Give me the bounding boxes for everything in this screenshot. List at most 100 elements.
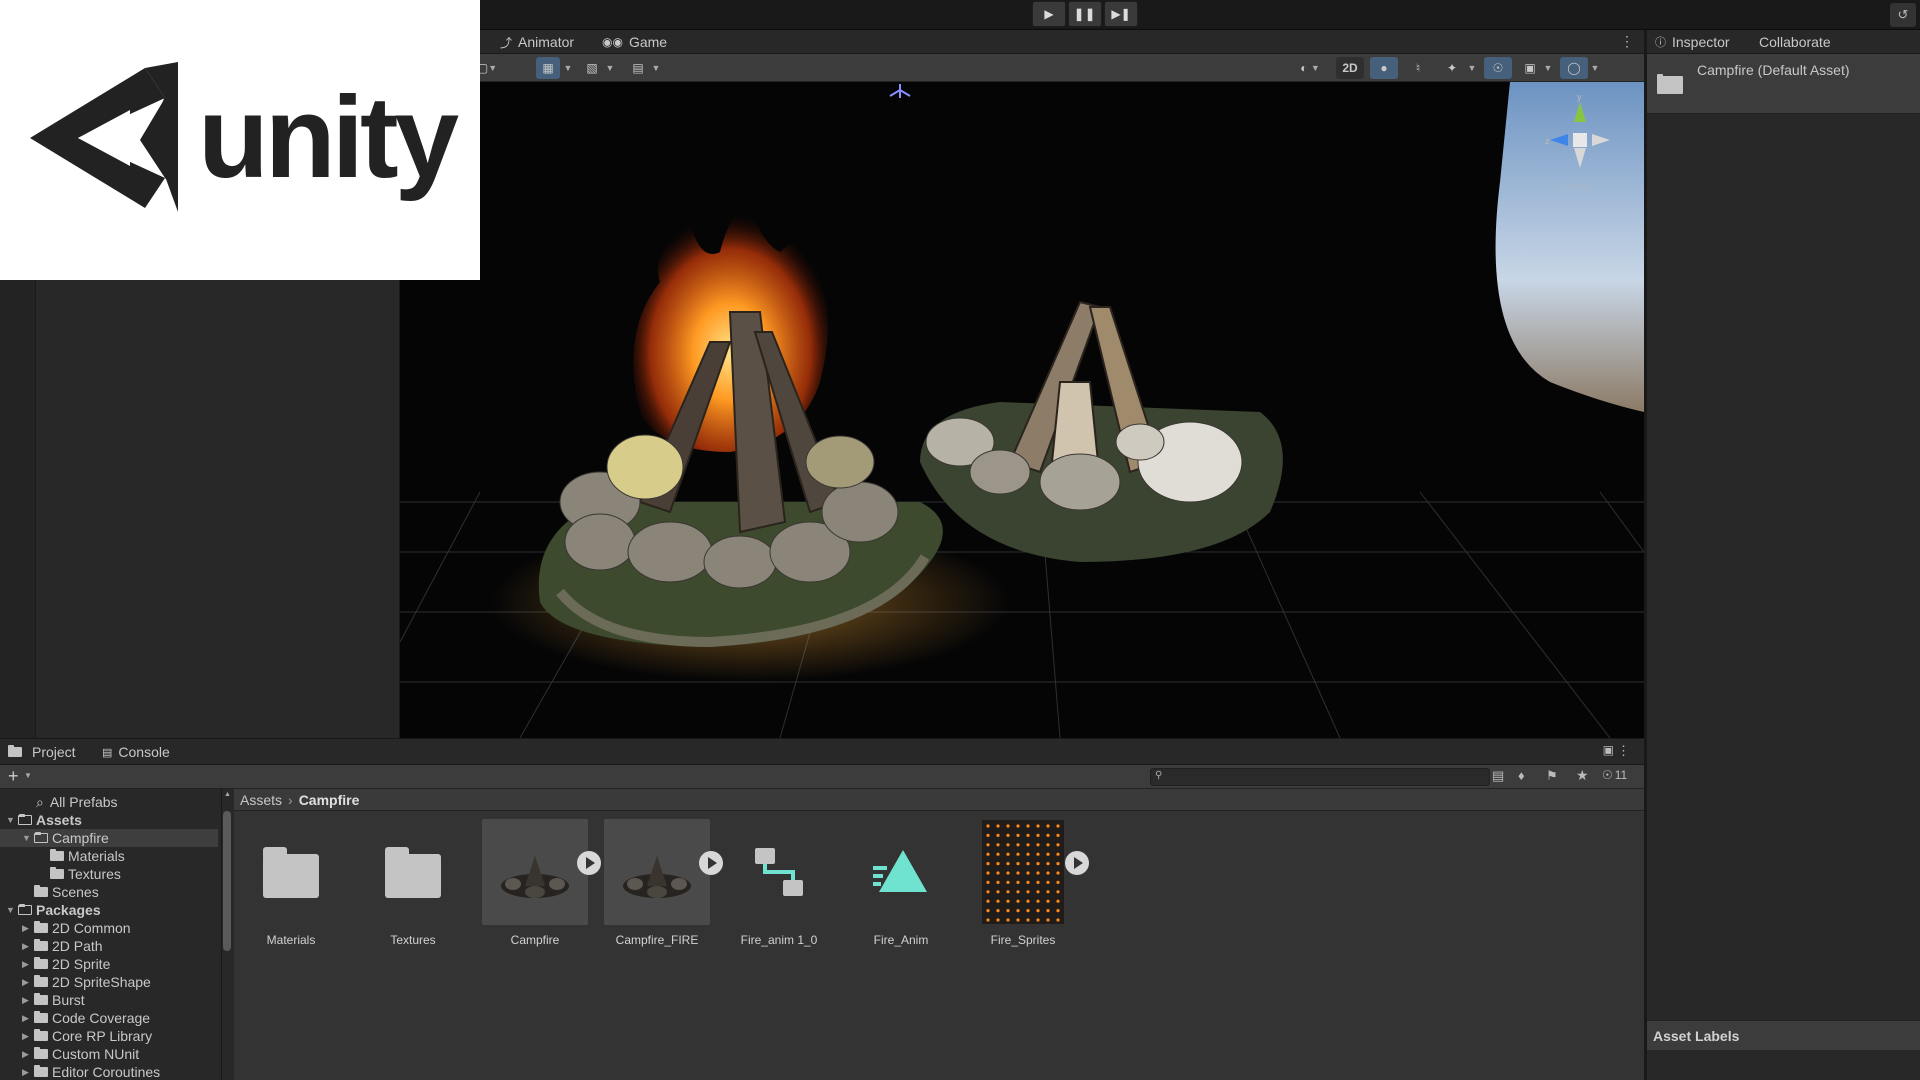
hidden-packages-toggle[interactable]: ☉ 11 [1602,768,1627,782]
tree-scroll-thumb[interactable] [223,811,231,951]
lock-icon[interactable]: ▣ [1603,743,1614,757]
toggle-2d-label: 2D [1342,61,1358,75]
animator-thumbnail [726,819,832,925]
expand-prefab-button[interactable] [577,851,601,875]
asset-item[interactable]: Campfire_FIRE [604,819,710,947]
tree-item[interactable]: Textures [0,865,218,883]
breadcrumb-assets[interactable]: Assets [240,792,282,808]
grid-dropdown[interactable]: ▼ [562,57,574,79]
tree-scrollbar[interactable]: ▲ [222,791,232,1080]
increment-snap-toggle[interactable]: ▤ [626,57,650,79]
tree-item[interactable]: ⌕ All Prefabs [0,793,218,811]
toggle-2d-button[interactable]: 2D [1336,57,1364,79]
tab-inspector[interactable]: ⓘ Inspector [1655,30,1730,54]
tree-item[interactable]: ▶ Editor Coroutines [0,1063,218,1080]
folder-icon [34,939,48,951]
scene-visibility-toggle[interactable]: ☉ [1484,57,1512,79]
asset-item[interactable]: Fire_anim 1_0 [726,819,832,947]
expand-prefab-button[interactable] [1065,851,1089,875]
pause-button[interactable]: ❚❚ [1068,1,1102,27]
play-icon: ▶ [1044,7,1054,21]
tab-game[interactable]: ◉◉ Game [602,30,667,54]
tree-item[interactable]: ▼ Campfire [0,829,218,847]
draw-mode-dropdown[interactable]: ◐ ▼ [1290,57,1330,79]
chevron-right-icon[interactable]: ▶ [22,941,34,952]
play-button[interactable]: ▶ [1032,1,1066,27]
animator-controller-icon [755,848,803,896]
chevron-right-icon[interactable]: ▶ [22,959,34,970]
camera-settings-button[interactable]: ▣ [1518,57,1542,79]
persp-label[interactable]: < Persp [1552,181,1590,193]
tree-item[interactable]: Scenes [0,883,218,901]
tree-item[interactable]: ▶ Code Coverage [0,1009,218,1027]
chevron-right-icon[interactable]: ▶ [22,1013,34,1024]
effects-dropdown[interactable]: ▼ [1466,57,1478,79]
tree-item[interactable]: ▼ Packages [0,901,218,919]
tree-item[interactable]: Materials [0,847,218,865]
tab-collaborate[interactable]: Collaborate [1759,30,1831,54]
asset-item[interactable]: Campfire [482,819,588,947]
asset-item[interactable]: Textures [360,819,466,947]
tree-item-label: 2D SpriteShape [52,974,151,990]
create-dropdown[interactable]: ▼ [24,771,32,780]
breadcrumb-campfire[interactable]: Campfire [299,792,360,808]
increment-dropdown[interactable]: ▼ [650,57,662,79]
audio-toggle[interactable]: ♮ [1404,57,1432,79]
lighting-toggle[interactable]: ● [1370,57,1398,79]
tree-item[interactable]: ▶ 2D SpriteShape [0,973,218,991]
snap-toggle[interactable]: ▧ [580,57,604,79]
scene-viewport[interactable]: z y < Persp [400,82,1644,738]
camera-dropdown[interactable]: ▼ [1542,57,1554,79]
chevron-right-icon[interactable]: ▶ [22,1067,34,1078]
project-search-input[interactable]: ⚲ [1150,768,1490,786]
chevron-right-icon[interactable]: ▶ [22,995,34,1006]
asset-labels-header[interactable]: Asset Labels [1647,1020,1920,1050]
chevron-down-icon[interactable]: ▼ [6,905,18,915]
grid-icon: ▦ [542,61,554,75]
project-folder-tree: ⌕ All Prefabs ▼ Assets ▼ Campfire Materials Tex… [0,789,222,1080]
asset-item[interactable]: Fire_Sprites [970,819,1076,947]
tree-item[interactable]: ▶ 2D Sprite [0,955,218,973]
expand-prefab-button[interactable] [699,851,723,875]
gizmos-globe-icon: ◯ [1567,61,1581,75]
tree-item[interactable]: ▼ Assets [0,811,218,829]
tree-item[interactable]: ▶ Burst [0,991,218,1009]
tree-item-label: Editor Coroutines [52,1064,161,1080]
project-tab-bar: Project ▤ Console ▣ ⋮ [0,739,1644,765]
tree-item[interactable]: ▶ Custom NUnit [0,1045,218,1063]
folder-open-icon [34,832,48,843]
asset-item[interactable]: Fire_Anim [848,819,954,947]
campfire-thumb-icon [623,856,691,898]
chevron-right-icon[interactable]: ▶ [22,923,34,934]
tree-item[interactable]: ▶ 2D Common [0,919,218,937]
chevron-right-icon[interactable]: ▶ [22,977,34,988]
scroll-up-arrow-icon[interactable]: ▲ [224,791,231,798]
chevron-right-icon[interactable]: ▶ [22,1031,34,1042]
effects-toggle[interactable]: ✦ [1438,57,1466,79]
create-plus-icon[interactable]: + [8,766,19,787]
gizmos-toggle[interactable]: ◯ [1560,57,1588,79]
favorite-star-icon[interactable]: ★ [1576,767,1589,784]
light-gizmo [889,84,911,98]
tag-icon[interactable]: ⚑ [1546,768,1558,784]
chevron-down-icon[interactable]: ▼ [22,833,34,843]
tree-item[interactable]: ▶ Core RP Library [0,1027,218,1045]
tab-project[interactable]: Project [8,740,76,764]
step-button[interactable]: ▶❚ [1104,1,1138,27]
tab-animator[interactable]: ⤴ Animator [500,30,574,54]
chevron-down-icon[interactable]: ▼ [6,815,18,825]
chevron-right-icon[interactable]: ▶ [22,1049,34,1060]
grid-toggle[interactable]: ▦ [536,57,560,79]
search-by-label-icon[interactable]: ♦ [1518,768,1525,783]
undo-history-button[interactable]: ↺ [1890,3,1916,27]
search-by-type-icon[interactable]: ▤ [1492,768,1504,784]
gizmos-dropdown[interactable]: ▼ [1588,57,1602,79]
asset-item[interactable]: Materials [238,819,344,947]
tree-item[interactable]: ▶ 2D Path [0,937,218,955]
more-options-icon[interactable]: ⋮ [1617,743,1630,759]
more-options-icon[interactable]: ⋮ [1620,33,1634,50]
tab-collaborate-label: Collaborate [1759,34,1831,50]
tab-console[interactable]: ▤ Console [102,740,170,764]
snap-dropdown[interactable]: ▼ [604,57,616,79]
info-icon: ⓘ [1655,37,1666,49]
